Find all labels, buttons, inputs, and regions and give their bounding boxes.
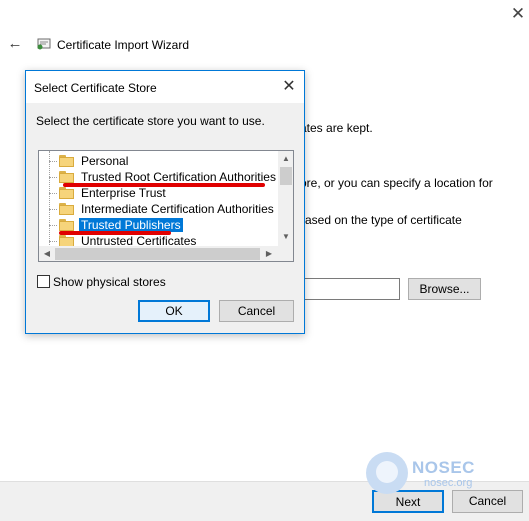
tree-item-label: Trusted Root Certification Authorities: [81, 170, 276, 184]
scrollbar-corner: [278, 246, 293, 261]
wizard-text-fragment: ore, or you can specify a location for: [300, 176, 493, 190]
certificate-store-tree[interactable]: Personal Trusted Root Certification Auth…: [38, 150, 294, 262]
show-physical-stores-label: Show physical stores: [53, 275, 166, 289]
folder-icon: [59, 171, 75, 183]
tree-horizontal-scrollbar[interactable]: ◀ ▶: [39, 246, 278, 261]
scroll-down-icon[interactable]: ▼: [278, 229, 293, 244]
ok-button[interactable]: OK: [138, 300, 210, 322]
tree-item-personal[interactable]: Personal: [39, 153, 279, 169]
annotation-underline-trusted-publishers: [59, 231, 171, 235]
watermark-subtitle: nosec.org: [424, 477, 473, 489]
dialog-instruction: Select the certificate store you want to…: [36, 114, 265, 128]
show-physical-stores-checkbox[interactable]: [37, 275, 50, 288]
wizard-text-fragment: ates are kept.: [300, 121, 373, 135]
tree-item-label: Enterprise Trust: [81, 186, 166, 200]
scroll-right-icon[interactable]: ▶: [261, 246, 277, 261]
horizontal-scroll-thumb[interactable]: [55, 248, 260, 260]
tree-item-enterprise-trust[interactable]: Enterprise Trust: [39, 185, 279, 201]
dialog-cancel-button[interactable]: Cancel: [219, 300, 294, 322]
watermark-logo-icon: [366, 452, 408, 494]
wizard-text-fragment: ased on the type of certificate: [305, 213, 462, 227]
watermark-title: NOSEC: [412, 458, 475, 477]
tree-item-label: Intermediate Certification Authorities: [81, 202, 274, 216]
folder-icon: [59, 203, 75, 215]
vertical-scroll-thumb[interactable]: [280, 167, 292, 185]
folder-icon: [59, 187, 75, 199]
folder-icon: [59, 155, 75, 167]
folder-icon: [59, 219, 75, 231]
certificate-icon: [37, 38, 51, 50]
scroll-up-icon[interactable]: ▲: [278, 151, 293, 166]
tree-item-intermediate[interactable]: Intermediate Certification Authorities: [39, 201, 279, 217]
wizard-close-icon[interactable]: ✕: [508, 4, 528, 26]
store-path-input[interactable]: [300, 278, 400, 300]
wizard-cancel-button[interactable]: Cancel: [452, 490, 523, 513]
select-certificate-store-dialog: Select Certificate Store ✕ Select the ce…: [25, 70, 305, 334]
tree-item-label: Personal: [81, 154, 129, 168]
annotation-underline-trusted-root: [63, 183, 265, 187]
tree-item-label: Trusted Publishers: [79, 218, 183, 232]
wizard-title: Certificate Import Wizard: [57, 38, 190, 52]
back-arrow-icon[interactable]: ←: [6, 35, 24, 53]
dialog-titlebar: Select Certificate Store ✕: [26, 71, 304, 103]
browse-button[interactable]: Browse...: [408, 278, 481, 300]
dialog-title: Select Certificate Store: [34, 81, 157, 95]
dialog-close-icon[interactable]: ✕: [278, 77, 300, 97]
tree-vertical-scrollbar[interactable]: ▲ ▼: [278, 151, 293, 246]
scroll-left-icon[interactable]: ◀: [39, 246, 55, 261]
